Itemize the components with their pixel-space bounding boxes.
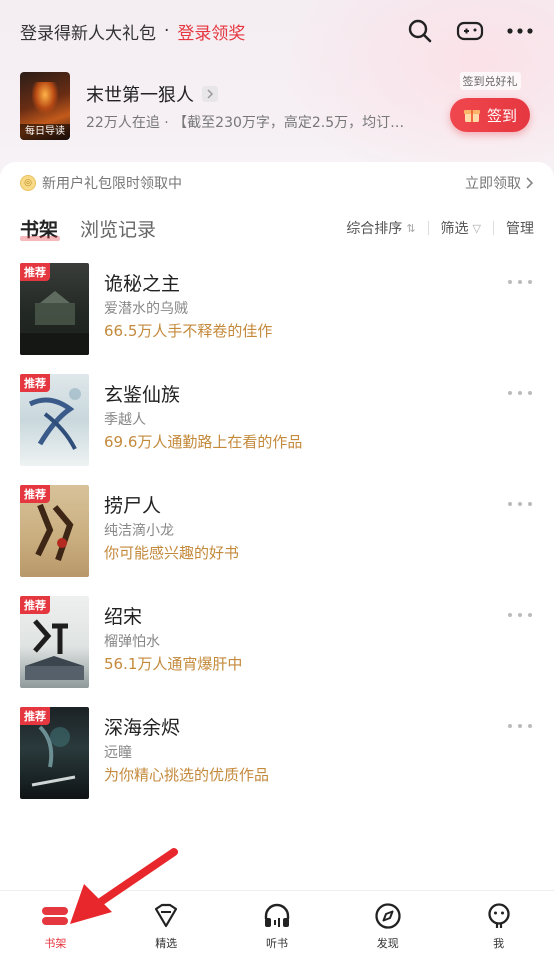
book-title[interactable]: 诡秘之主 bbox=[104, 271, 272, 297]
cover-art bbox=[32, 82, 58, 114]
chevron-right-icon bbox=[526, 177, 534, 189]
book-title[interactable]: 玄鉴仙族 bbox=[104, 382, 302, 408]
book-description: 69.6万人通勤路上在看的作品 bbox=[104, 433, 303, 451]
book-description: 你可能感兴趣的好书 bbox=[104, 544, 240, 562]
nav-label: 书架 bbox=[44, 937, 67, 950]
list-item[interactable]: 推荐 捞尸人 纯洁滴小龙 你可能感兴趣的好书 bbox=[20, 485, 534, 596]
book-author: 爱潜水的乌贼 bbox=[104, 301, 188, 317]
nav-label: 精选 bbox=[155, 937, 178, 950]
new-user-promo[interactable]: ◎ 新用户礼包限时领取中 立即领取 bbox=[20, 172, 534, 194]
profile-icon bbox=[483, 901, 515, 931]
checkin-button[interactable]: 签到 bbox=[450, 98, 530, 132]
daily-guide-tag: 每日导读 bbox=[20, 124, 70, 140]
login-link[interactable]: 登录领奖 bbox=[177, 19, 245, 44]
checkin-button-label: 签到 bbox=[486, 106, 517, 125]
checkin-label: 签到兑好礼 bbox=[459, 72, 521, 90]
coin-icon: ◎ bbox=[20, 175, 36, 191]
bookshelf-icon bbox=[39, 901, 71, 931]
nav-discover[interactable]: 发现 bbox=[332, 891, 443, 957]
divider bbox=[427, 221, 429, 235]
compass-icon bbox=[372, 901, 404, 931]
recommend-badge: 推荐 bbox=[20, 707, 50, 725]
filter-button[interactable]: 筛选 ▽ bbox=[441, 218, 481, 238]
shelf-tools: 综合排序 ⇅ 筛选 ▽ 管理 bbox=[346, 218, 534, 238]
recommended-book-banner[interactable]: 每日导读 末世第一狠人 22万人在追 · 【截至230万字，高定2.5万，均订…… bbox=[20, 72, 534, 142]
chevron-right-icon[interactable] bbox=[202, 86, 218, 102]
more-options-icon[interactable] bbox=[508, 721, 532, 731]
gift-icon bbox=[463, 107, 481, 123]
book-cover[interactable]: 推荐 bbox=[20, 485, 89, 577]
book-cover[interactable]: 推荐 bbox=[20, 263, 89, 355]
login-prompt[interactable]: 登录得新人大礼包 bbox=[20, 19, 156, 44]
more-options-icon[interactable] bbox=[508, 499, 532, 509]
recommend-badge: 推荐 bbox=[20, 263, 50, 281]
book-author: 远瞳 bbox=[104, 745, 132, 761]
recommend-badge: 推荐 bbox=[20, 596, 50, 614]
book-cover[interactable]: 推荐 bbox=[20, 596, 89, 688]
list-item[interactable]: 推荐 诡秘之主 爱潜水的乌贼 66.5万人手不释卷的佳作 bbox=[20, 263, 534, 374]
list-item[interactable]: 推荐 玄鉴仙族 季越人 69.6万人通勤路上在看的作品 bbox=[20, 374, 534, 485]
nav-label: 听书 bbox=[265, 937, 288, 950]
promo-text: 新用户礼包限时领取中 bbox=[42, 176, 182, 192]
more-options-icon[interactable] bbox=[508, 388, 532, 398]
book-cover[interactable]: 推荐 bbox=[20, 707, 89, 799]
manage-button[interactable]: 管理 bbox=[506, 218, 534, 238]
gamepad-icon[interactable] bbox=[456, 17, 484, 45]
bookshelf-card: ◎ 新用户礼包限时领取中 立即领取 书架 浏览记录 综合排序 ⇅ 筛选 ▽ 管理 bbox=[0, 162, 554, 902]
nav-profile[interactable]: 我 bbox=[443, 891, 554, 957]
recommend-badge: 推荐 bbox=[20, 374, 50, 392]
nav-label: 我 bbox=[493, 937, 505, 950]
list-item[interactable]: 推荐 深海余烬 远瞳 为你精心挑选的优质作品 bbox=[20, 707, 534, 818]
book-author: 榴弹怕水 bbox=[104, 634, 160, 650]
book-description: 为你精心挑选的优质作品 bbox=[104, 766, 270, 784]
tab-history[interactable]: 浏览记录 bbox=[80, 215, 156, 242]
claim-now-label: 立即领取 bbox=[465, 176, 521, 192]
diamond-icon bbox=[150, 901, 182, 931]
shelf-tabs: 书架 浏览记录 综合排序 ⇅ 筛选 ▽ 管理 bbox=[20, 212, 534, 244]
banner-info: 末世第一狠人 22万人在追 · 【截至230万字，高定2.5万，均订… bbox=[86, 72, 436, 132]
book-author: 季越人 bbox=[104, 412, 146, 428]
nav-label: 发现 bbox=[376, 937, 399, 950]
book-info: 玄鉴仙族 季越人 69.6万人通勤路上在看的作品 bbox=[104, 374, 302, 485]
book-title[interactable]: 绍宋 bbox=[104, 604, 242, 630]
book-info: 诡秘之主 爱潜水的乌贼 66.5万人手不释卷的佳作 bbox=[104, 263, 272, 374]
list-item[interactable]: 推荐 绍宋 榴弹怕水 56.1万人通宵爆肝中 bbox=[20, 596, 534, 707]
book-cover[interactable]: 推荐 bbox=[20, 374, 89, 466]
recommend-badge: 推荐 bbox=[20, 485, 50, 503]
claim-now-link[interactable]: 立即领取 bbox=[465, 173, 534, 193]
book-title[interactable]: 捞尸人 bbox=[104, 493, 239, 519]
tab-bookshelf[interactable]: 书架 bbox=[20, 215, 61, 242]
banner-book-title[interactable]: 末世第一狠人 bbox=[86, 81, 194, 107]
filter-icon: ▽ bbox=[472, 221, 481, 235]
book-author: 纯洁滴小龙 bbox=[104, 523, 174, 539]
nav-featured[interactable]: 精选 bbox=[111, 891, 222, 957]
book-info: 绍宋 榴弹怕水 56.1万人通宵爆肝中 bbox=[104, 596, 242, 707]
book-description: 56.1万人通宵爆肝中 bbox=[104, 655, 243, 673]
more-icon[interactable] bbox=[506, 17, 534, 45]
banner-book-cover[interactable]: 每日导读 bbox=[20, 72, 70, 140]
book-info: 深海余烬 远瞳 为你精心挑选的优质作品 bbox=[104, 707, 269, 818]
divider bbox=[493, 221, 494, 235]
sort-label: 综合排序 bbox=[346, 221, 403, 237]
banner-title-row: 末世第一狠人 bbox=[86, 82, 436, 106]
book-description: 66.5万人手不释卷的佳作 bbox=[104, 322, 273, 340]
nav-bookshelf[interactable]: 书架 bbox=[0, 891, 111, 957]
separator-dot: · bbox=[164, 21, 170, 41]
top-header: 登录得新人大礼包 · 登录领奖 bbox=[0, 0, 554, 62]
checkin-area: 签到兑好礼 签到 bbox=[450, 72, 530, 132]
book-list: 推荐 诡秘之主 爱潜水的乌贼 66.5万人手不释卷的佳作 推荐 玄鉴仙族 季越人… bbox=[20, 263, 534, 818]
banner-subtitle: 22万人在追 · 【截至230万字，高定2.5万，均订… bbox=[86, 115, 405, 131]
more-options-icon[interactable] bbox=[508, 277, 532, 287]
nav-audiobooks[interactable]: 听书 bbox=[222, 891, 333, 957]
book-title[interactable]: 深海余烬 bbox=[104, 715, 269, 741]
book-info: 捞尸人 纯洁滴小龙 你可能感兴趣的好书 bbox=[104, 485, 239, 596]
filter-label: 筛选 bbox=[440, 221, 469, 237]
more-options-icon[interactable] bbox=[508, 610, 532, 620]
sort-icon: ⇅ bbox=[406, 221, 416, 235]
bottom-navigation: 书架 精选 听书 发现 我 bbox=[0, 890, 554, 957]
search-icon[interactable] bbox=[406, 17, 434, 45]
sort-button[interactable]: 综合排序 ⇅ bbox=[346, 218, 415, 238]
header-icons bbox=[406, 17, 534, 45]
headphones-icon bbox=[261, 901, 293, 931]
